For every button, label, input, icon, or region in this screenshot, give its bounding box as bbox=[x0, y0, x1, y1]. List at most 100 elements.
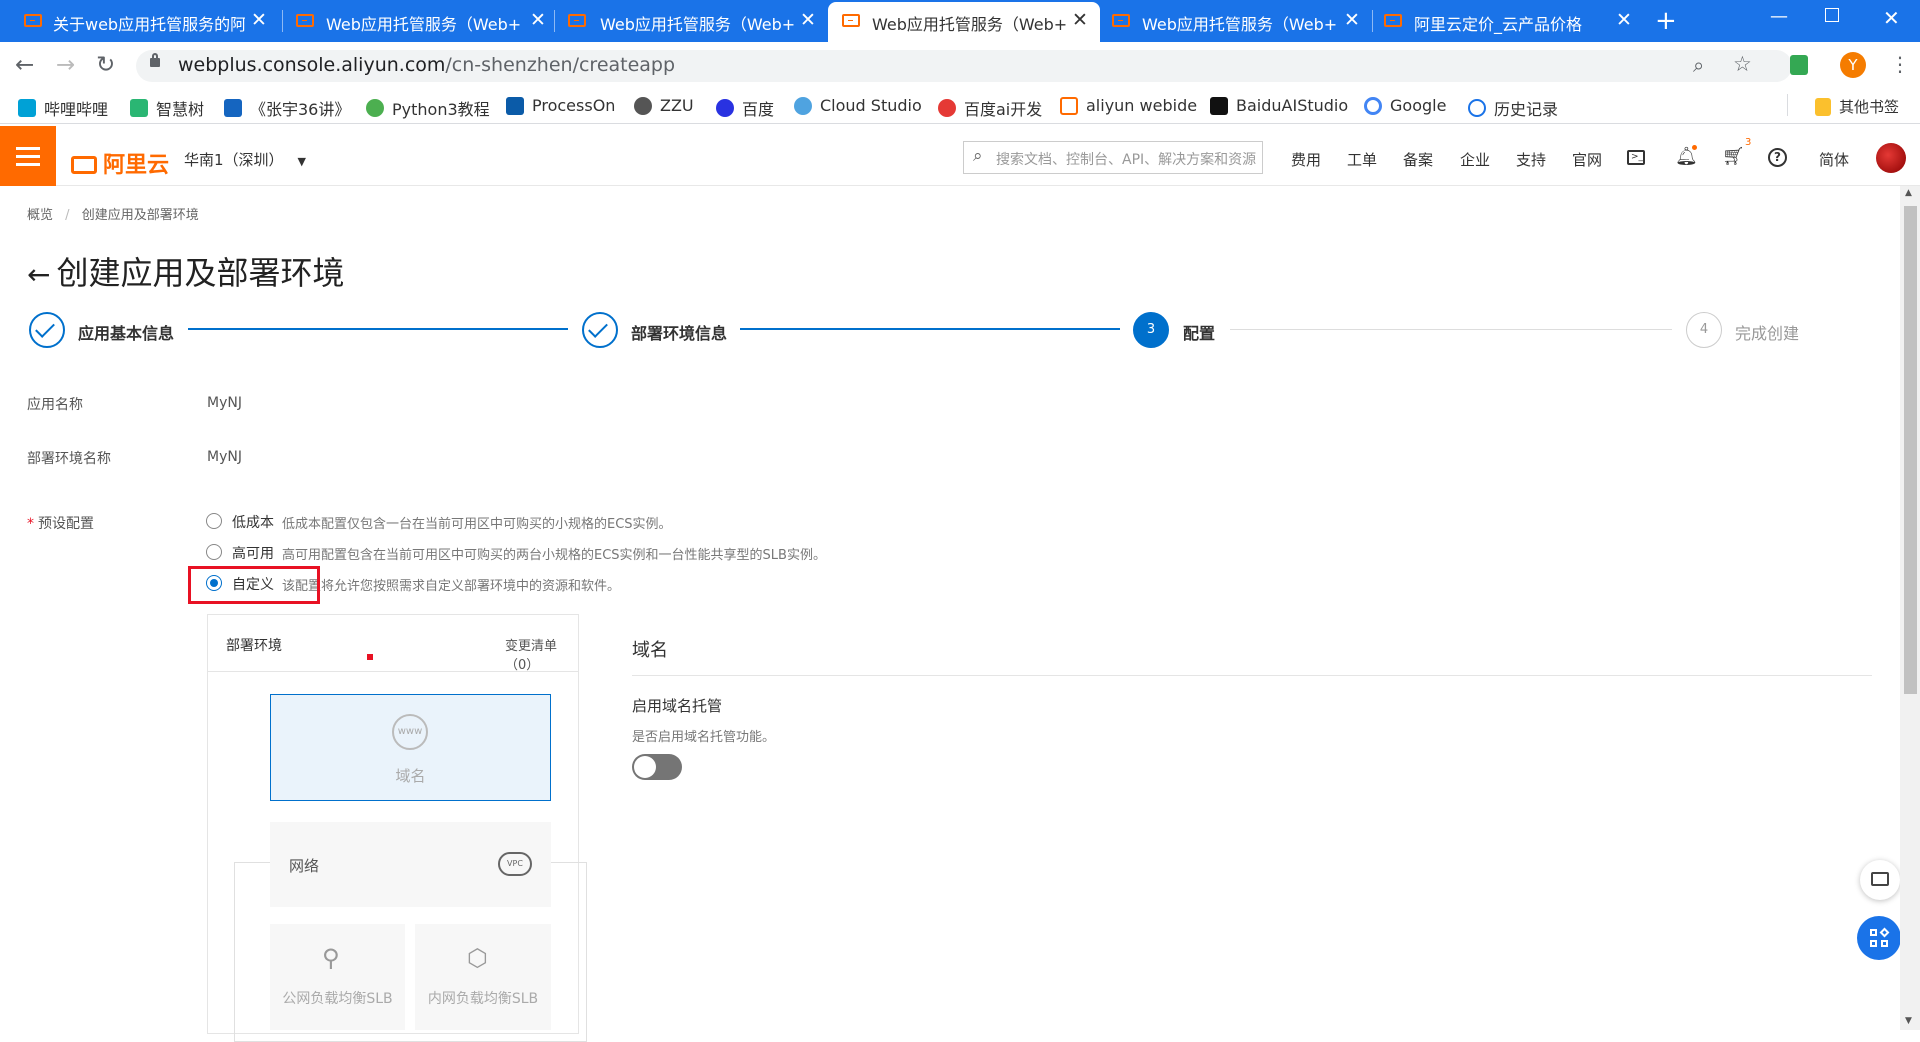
preset-config-label: * 预设配置 bbox=[27, 513, 94, 533]
profile-avatar[interactable]: Y bbox=[1840, 52, 1866, 78]
radio-high-availability[interactable] bbox=[206, 544, 222, 560]
browser-tab-6[interactable]: 阿里云定价_云产品价格 ✕ bbox=[1372, 0, 1644, 42]
search-icon: ⌕ bbox=[973, 146, 983, 166]
user-avatar[interactable] bbox=[1876, 143, 1906, 173]
aliyun-logo[interactable]: 阿里云 bbox=[71, 147, 169, 179]
close-tab-icon[interactable]: ✕ bbox=[800, 9, 816, 31]
step-connector-1 bbox=[188, 328, 568, 330]
bookmark-baidu-aistudio[interactable]: BaiduAIStudio bbox=[1210, 96, 1348, 115]
apps-float-button[interactable] bbox=[1857, 916, 1901, 960]
close-tab-icon[interactable]: ✕ bbox=[1072, 9, 1088, 31]
restore-icon[interactable] bbox=[1825, 8, 1839, 22]
nav-icp[interactable]: 备案 bbox=[1403, 149, 1433, 170]
bookmark-python3[interactable]: Python3教程 bbox=[366, 96, 490, 120]
zoom-icon[interactable]: ⌕ bbox=[1693, 53, 1704, 77]
baidu-paw-icon bbox=[716, 99, 734, 117]
search-placeholder: 搜索文档、控制台、API、解决方案和资源 bbox=[996, 152, 1257, 168]
cart-icon[interactable]: 🛒︎ bbox=[1722, 146, 1745, 167]
back-arrow-icon[interactable]: ← bbox=[27, 258, 50, 291]
cloud-shell-icon[interactable]: >_ bbox=[1627, 150, 1645, 165]
public-slb-label: 公网负载均衡SLB bbox=[282, 991, 393, 1007]
bookmark-aliyun-webide[interactable]: aliyun webide bbox=[1060, 96, 1197, 115]
domain-card[interactable]: www 域名 bbox=[270, 694, 551, 801]
domain-hosting-toggle[interactable] bbox=[632, 754, 682, 780]
reload-icon[interactable]: ↻ bbox=[96, 52, 115, 78]
bookmark-zzu[interactable]: ZZU bbox=[634, 96, 694, 115]
scroll-up-arrow-icon[interactable]: ▲ bbox=[1905, 188, 1912, 198]
globe-icon bbox=[634, 96, 652, 115]
new-tab-plus-icon[interactable]: + bbox=[1655, 6, 1677, 36]
nav-fees[interactable]: 费用 bbox=[1291, 149, 1321, 170]
slb-tree-icon: ⚲ bbox=[322, 944, 340, 972]
close-tab-icon[interactable]: ✕ bbox=[251, 9, 267, 31]
bookmark-history[interactable]: 历史记录 bbox=[1468, 96, 1558, 120]
browser-tab-3[interactable]: Web应用托管服务（Web+） ✕ bbox=[554, 0, 826, 42]
public-slb-card[interactable]: ⚲ 公网负载均衡SLB bbox=[270, 924, 405, 1030]
page-title-text: 创建应用及部署环境 bbox=[56, 254, 345, 292]
aliyun-favicon-icon bbox=[24, 14, 42, 27]
breadcrumb-home-link[interactable]: 概览 bbox=[27, 208, 53, 223]
bookmark-label: aliyun webide bbox=[1086, 96, 1198, 115]
close-tab-icon[interactable]: ✕ bbox=[530, 9, 546, 31]
bookmark-label: 历史记录 bbox=[1494, 100, 1559, 119]
bookmark-zhihuishu[interactable]: 智慧树 bbox=[130, 96, 204, 120]
apps-grid-icon bbox=[1881, 940, 1888, 947]
feedback-button[interactable] bbox=[1860, 860, 1900, 900]
slb-hexagon-icon: ⬡ bbox=[467, 944, 488, 972]
radio-high-availability-label[interactable]: 高可用 bbox=[232, 543, 274, 563]
tab-title: Web应用托管服务（Web+） bbox=[872, 15, 1067, 34]
browser-tab-2[interactable]: Web应用托管服务（Web+） ✕ bbox=[282, 0, 554, 42]
bookmark-baidu-ai[interactable]: 百度ai开发 bbox=[938, 96, 1042, 120]
step-1-done-circle bbox=[29, 312, 65, 348]
bookmark-label: 其他书签 bbox=[1839, 98, 1900, 116]
help-icon[interactable]: ? bbox=[1768, 148, 1787, 167]
step-2-done-circle bbox=[582, 312, 618, 348]
bookmark-star-icon[interactable]: ☆ bbox=[1733, 52, 1752, 76]
breadcrumb-separator: / bbox=[65, 208, 70, 223]
radio-low-cost-label[interactable]: 低成本 bbox=[232, 512, 274, 532]
browser-menu-icon[interactable]: ⋮ bbox=[1890, 52, 1910, 76]
nav-tickets[interactable]: 工单 bbox=[1347, 149, 1377, 170]
browser-tab-5[interactable]: Web应用托管服务（Web+） ✕ bbox=[1100, 0, 1372, 42]
domain-hosting-desc: 是否启用域名托管功能。 bbox=[632, 730, 776, 745]
browser-tab-1[interactable]: 关于web应用托管服务的阿里 ✕ bbox=[0, 0, 272, 42]
change-list-link[interactable]: 变更清单（0） bbox=[505, 635, 579, 673]
browser-tab-4-active[interactable]: Web应用托管服务（Web+） ✕ bbox=[828, 2, 1100, 42]
step-3-label: 配置 bbox=[1183, 324, 1216, 343]
forward-arrow-icon[interactable]: → bbox=[56, 52, 75, 78]
close-window-icon[interactable]: ✕ bbox=[1883, 6, 1900, 30]
bookmark-baidu[interactable]: 百度 bbox=[716, 96, 774, 120]
bookmark-google[interactable]: Google bbox=[1364, 96, 1446, 115]
google-icon bbox=[1364, 96, 1382, 115]
scroll-down-arrow-icon[interactable]: ▼ bbox=[1905, 1016, 1912, 1026]
back-arrow-icon[interactable]: ← bbox=[15, 52, 34, 78]
nav-enterprise[interactable]: 企业 bbox=[1460, 149, 1490, 170]
minimize-icon[interactable]: — bbox=[1770, 6, 1788, 27]
bookmark-label: BaiduAIStudio bbox=[1236, 96, 1349, 115]
deploy-env-title: 部署环境 bbox=[226, 638, 282, 654]
www-globe-icon: www bbox=[392, 714, 428, 750]
bookmark-cloud-studio[interactable]: Cloud Studio bbox=[794, 96, 922, 115]
nav-official-site[interactable]: 官网 bbox=[1572, 149, 1602, 170]
hamburger-menu-button[interactable] bbox=[0, 126, 56, 186]
region-selector[interactable]: 华南1（深圳） ▼ bbox=[184, 149, 306, 170]
language-switch[interactable]: 简体 bbox=[1819, 149, 1849, 170]
radio-custom-desc: 该配置将允许您按照需求自定义部署环境中的资源和软件。 bbox=[282, 579, 621, 594]
extension-icon[interactable] bbox=[1790, 55, 1808, 75]
bookmark-zhangyu[interactable]: 《张宇36讲》 bbox=[224, 96, 350, 120]
network-card[interactable]: 网络 VPC bbox=[270, 822, 551, 907]
url-text: webplus.console.aliyun.com/cn-shenzhen/c… bbox=[178, 54, 675, 76]
network-card-label: 网络 bbox=[289, 857, 320, 875]
nav-support[interactable]: 支持 bbox=[1516, 149, 1546, 170]
close-tab-icon[interactable]: ✕ bbox=[1616, 9, 1632, 31]
bookmark-bilibili[interactable]: 哔哩哔哩 bbox=[18, 96, 108, 120]
other-bookmarks-folder[interactable]: 其他书签 bbox=[1815, 96, 1899, 117]
page-scrollbar-thumb[interactable] bbox=[1904, 206, 1917, 694]
aliyun-favicon-icon bbox=[1384, 14, 1402, 27]
radio-low-cost[interactable] bbox=[206, 513, 222, 529]
close-tab-icon[interactable]: ✕ bbox=[1344, 9, 1360, 31]
private-slb-card[interactable]: ⬡ 内网负载均衡SLB bbox=[415, 924, 551, 1030]
bookmark-processon[interactable]: ProcessOn bbox=[506, 96, 615, 115]
url-host: webplus.console.aliyun.com bbox=[178, 54, 446, 76]
aliyun-logo-icon bbox=[71, 156, 97, 174]
